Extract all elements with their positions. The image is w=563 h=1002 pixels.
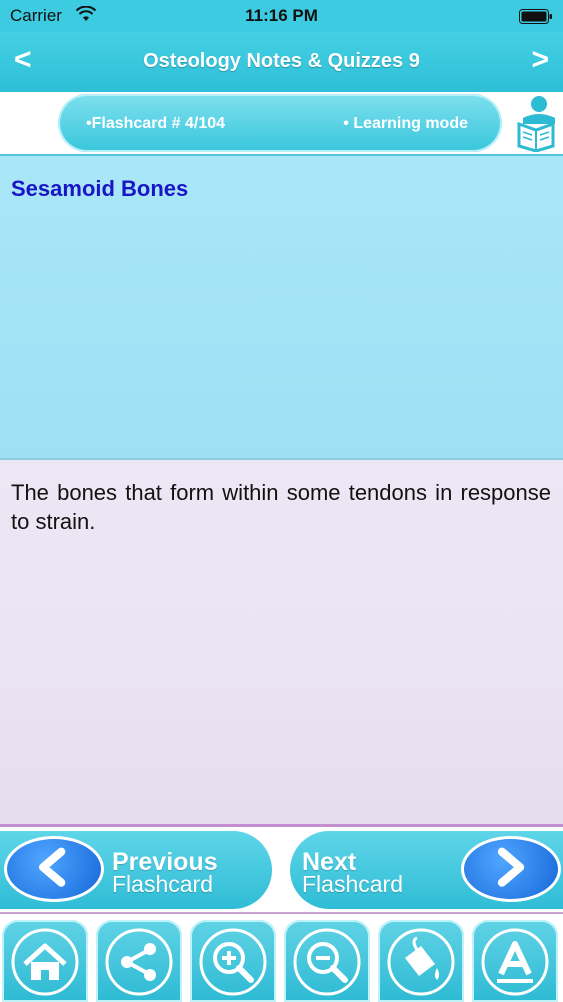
previous-sub-label: Flashcard [112,871,213,897]
bottom-toolbar [0,912,563,1002]
flashcard-counter: •Flashcard # 4/104 [86,115,226,132]
clock: 11:16 PM [245,6,318,25]
forward-button[interactable]: > [531,44,549,76]
zoom-out-button[interactable] [284,920,370,1002]
zoom-in-icon [199,928,267,996]
zoom-in-button[interactable] [190,920,276,1002]
info-strip: •Flashcard # 4/104 • Learning mode [0,92,563,154]
previous-label: Previous [112,848,218,876]
share-icon [105,928,173,996]
font-size-button[interactable] [472,920,558,1002]
theme-color-button[interactable] [378,920,464,1002]
battery-icon [519,9,552,24]
flashcard-topic: Sesamoid Bones [11,176,189,201]
font-icon [481,928,549,996]
next-sub-label: Flashcard [302,871,403,897]
share-button[interactable] [96,920,182,1002]
flashcard-info-pill: •Flashcard # 4/104 • Learning mode [58,94,502,152]
next-label: Next [302,848,357,876]
previous-flashcard-button[interactable]: Previous Flashcard [0,831,272,909]
home-icon [11,928,79,996]
chevron-left-icon [4,836,104,902]
nav-bar: < Osteology Notes & Quizzes 9 > [0,32,563,92]
reader-icon [517,96,555,152]
question-panel: Sesamoid Bones [0,154,563,460]
zoom-out-icon [293,928,361,996]
page-title: Osteology Notes & Quizzes 9 [143,50,420,72]
flashcard-answer: The bones that form within some tendons … [11,480,551,534]
flashcard-navigation: Previous Flashcard Next Flashcard [0,824,563,915]
next-flashcard-button[interactable]: Next Flashcard [290,831,563,909]
status-bar: Carrier 11:16 PM [0,0,563,32]
paint-bucket-icon [387,928,455,996]
chevron-right-icon [461,836,561,902]
answer-panel: The bones that form within some tendons … [0,458,563,826]
home-button[interactable] [2,920,88,1002]
learning-mode-label: • Learning mode [343,115,468,132]
